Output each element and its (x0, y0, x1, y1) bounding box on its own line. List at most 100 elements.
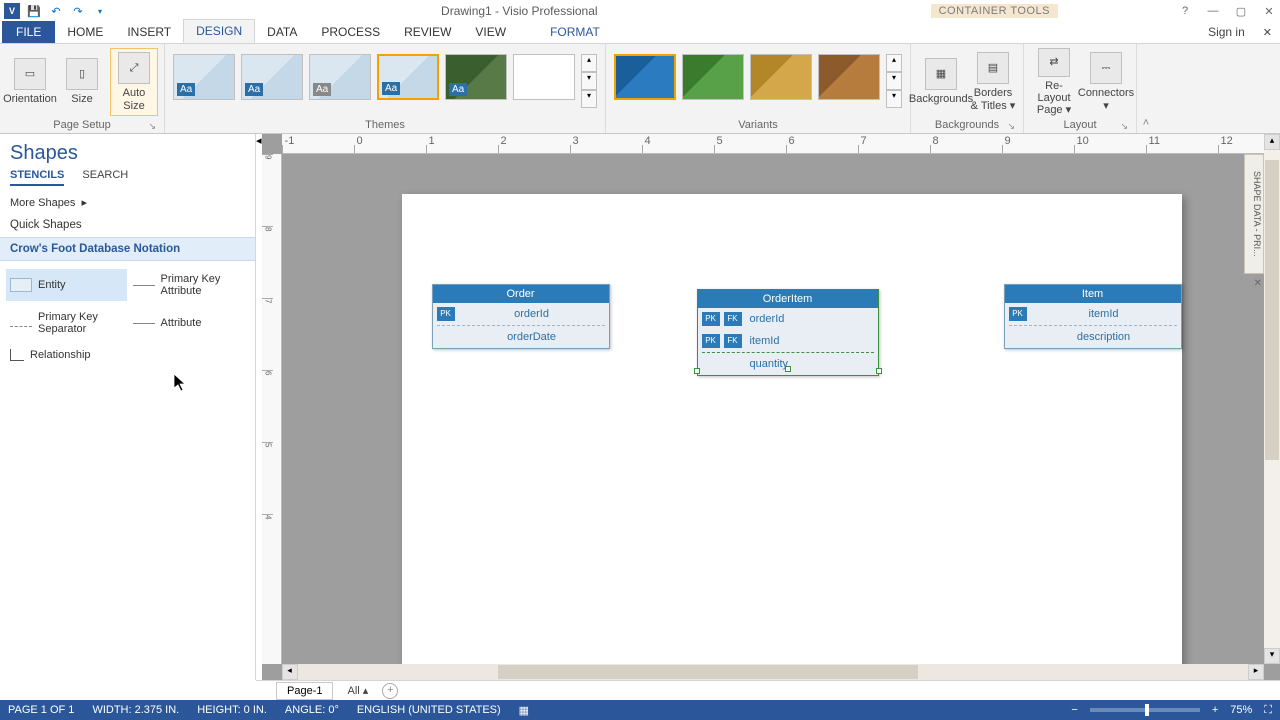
backgrounds-launcher-icon[interactable]: ↘ (1007, 121, 1015, 132)
stencils-tab[interactable]: STENCILS (10, 169, 64, 186)
page-tab[interactable]: Page-1 (276, 682, 333, 700)
variant-swatch[interactable] (614, 54, 676, 100)
zoom-slider[interactable] (1090, 708, 1200, 712)
home-tab[interactable]: HOME (55, 21, 115, 43)
entity-header: Item (1005, 285, 1181, 303)
pk-tag: PK (437, 307, 455, 321)
variants-group-label: Variants (738, 119, 778, 131)
scroll-thumb[interactable] (498, 665, 918, 679)
themes-gallery[interactable]: Aa Aa Aa Aa Aa ▴▾▾ (171, 48, 599, 114)
variants-gallery[interactable]: ▴▾▾ (612, 48, 904, 114)
horizontal-ruler (282, 134, 1264, 154)
variant-swatch[interactable] (750, 54, 812, 100)
entity-order[interactable]: Order PKorderId orderDate (432, 284, 610, 349)
selection-handle[interactable] (785, 366, 791, 372)
vertical-scrollbar[interactable]: ▴▾ (1264, 134, 1280, 664)
zoom-level[interactable]: 75% (1230, 704, 1252, 716)
size-button[interactable]: ▯Size (58, 48, 106, 116)
scroll-up-icon[interactable]: ▴ (1264, 134, 1280, 150)
collapse-ribbon-icon[interactable]: ˄ (1137, 44, 1155, 133)
all-pages-button[interactable]: All ▴ (347, 684, 368, 697)
macro-record-icon[interactable]: ▦ (519, 704, 529, 717)
search-tab[interactable]: SEARCH (82, 169, 128, 186)
relayout-page-button[interactable]: ⇄Re-Layout Page ▾ (1030, 48, 1078, 116)
theme-swatch[interactable] (513, 54, 575, 100)
visio-app-icon[interactable]: V (4, 3, 20, 19)
variant-swatch[interactable] (818, 54, 880, 100)
scroll-right-icon[interactable]: ▸ (1248, 664, 1264, 680)
stencil-pk-attribute[interactable]: Primary Key Attribute (129, 269, 250, 301)
backgrounds-button[interactable]: ▦Backgrounds (917, 48, 965, 116)
drawing-page[interactable]: Order PKorderId orderDate OrderItem PKFK… (402, 194, 1182, 664)
maximize-icon[interactable]: ▢ (1234, 5, 1248, 18)
format-tab[interactable]: FORMAT (538, 21, 612, 43)
selection-handle[interactable] (876, 368, 882, 374)
attr-label: itemId (742, 335, 878, 347)
minimize-icon[interactable]: — (1206, 5, 1220, 18)
add-page-icon[interactable]: + (382, 683, 398, 699)
theme-swatch[interactable]: Aa (309, 54, 371, 100)
page-setup-group-label: Page Setup (53, 119, 111, 131)
zoom-in-icon[interactable]: + (1212, 704, 1218, 716)
themes-scroll-up-icon[interactable]: ▴ (581, 54, 597, 72)
scroll-down-icon[interactable]: ▾ (1264, 648, 1280, 664)
layout-launcher-icon[interactable]: ↘ (1120, 121, 1128, 132)
quick-shapes-button[interactable]: Quick Shapes (0, 215, 255, 237)
active-stencil-header[interactable]: Crow's Foot Database Notation (0, 237, 255, 261)
variants-scroll-down-icon[interactable]: ▾ (886, 72, 902, 90)
autosize-button[interactable]: ⤢Auto Size (110, 48, 158, 116)
stencil-pk-separator[interactable]: Primary Key Separator (6, 307, 127, 339)
sign-in-link[interactable]: Sign in (1198, 21, 1255, 43)
fk-tag: FK (724, 334, 742, 348)
variants-more-icon[interactable]: ▾ (886, 90, 902, 108)
shapes-pane-title: Shapes (0, 134, 255, 169)
theme-swatch[interactable]: Aa (241, 54, 303, 100)
process-tab[interactable]: PROCESS (309, 21, 392, 43)
orientation-button[interactable]: ▭Orientation (6, 48, 54, 116)
variants-scroll-up-icon[interactable]: ▴ (886, 54, 902, 72)
themes-more-icon[interactable]: ▾ (581, 90, 597, 108)
status-language[interactable]: ENGLISH (UNITED STATES) (357, 704, 501, 716)
borders-titles-button[interactable]: ▤Borders & Titles ▾ (969, 48, 1017, 116)
stencil-entity[interactable]: Entity (6, 269, 127, 301)
review-tab[interactable]: REVIEW (392, 21, 463, 43)
variant-swatch[interactable] (682, 54, 744, 100)
theme-swatch[interactable]: Aa (445, 54, 507, 100)
selection-handle[interactable] (694, 368, 700, 374)
theme-swatch[interactable]: Aa (377, 54, 439, 100)
page-setup-launcher-icon[interactable]: ↘ (148, 121, 156, 132)
status-height: HEIGHT: 0 IN. (197, 704, 267, 716)
entity-orderitem[interactable]: OrderItem PKFKorderId PKFKitemId quantit… (697, 289, 879, 376)
stencil-relationship[interactable]: Relationship (6, 345, 127, 365)
shape-data-pane-tab[interactable]: SHAPE DATA - PRI... (1244, 154, 1264, 274)
entity-header: OrderItem (698, 290, 878, 308)
zoom-out-icon[interactable]: − (1071, 704, 1077, 716)
undo-icon[interactable]: ↶ (48, 3, 64, 19)
attr-label: itemId (1027, 308, 1181, 320)
close-window-icon[interactable]: ✕ (1262, 5, 1276, 18)
more-shapes-button[interactable]: More Shapes▸ (0, 190, 255, 215)
save-icon[interactable]: 💾 (26, 3, 42, 19)
close-doc-icon[interactable]: ✕ (1255, 22, 1280, 43)
design-tab[interactable]: DESIGN (183, 19, 255, 43)
stencil-attribute[interactable]: Attribute (129, 307, 250, 339)
insert-tab[interactable]: INSERT (115, 21, 183, 43)
data-tab[interactable]: DATA (255, 21, 309, 43)
entity-item[interactable]: Item PKitemId description (1004, 284, 1182, 349)
window-title: Drawing1 - Visio Professional (108, 4, 931, 18)
theme-swatch[interactable]: Aa (173, 54, 235, 100)
file-tab[interactable]: FILE (2, 21, 55, 43)
drawing-canvas[interactable]: Order PKorderId orderDate OrderItem PKFK… (282, 154, 1264, 664)
view-tab[interactable]: VIEW (463, 21, 518, 43)
qat-customize-icon[interactable]: ▾ (92, 3, 108, 19)
help-icon[interactable]: ? (1178, 5, 1192, 18)
redo-icon[interactable]: ↷ (70, 3, 86, 19)
shape-data-close-icon[interactable]: ✕ (1254, 278, 1262, 289)
scroll-left-icon[interactable]: ◂ (282, 664, 298, 680)
themes-scroll-down-icon[interactable]: ▾ (581, 72, 597, 90)
fit-page-icon[interactable]: ⛶ (1264, 704, 1272, 717)
connectors-button[interactable]: ⎓Connectors ▾ (1082, 48, 1130, 116)
entity-header: Order (433, 285, 609, 303)
horizontal-scrollbar[interactable]: ◂▸ (282, 664, 1264, 680)
scroll-thumb[interactable] (1265, 160, 1279, 460)
